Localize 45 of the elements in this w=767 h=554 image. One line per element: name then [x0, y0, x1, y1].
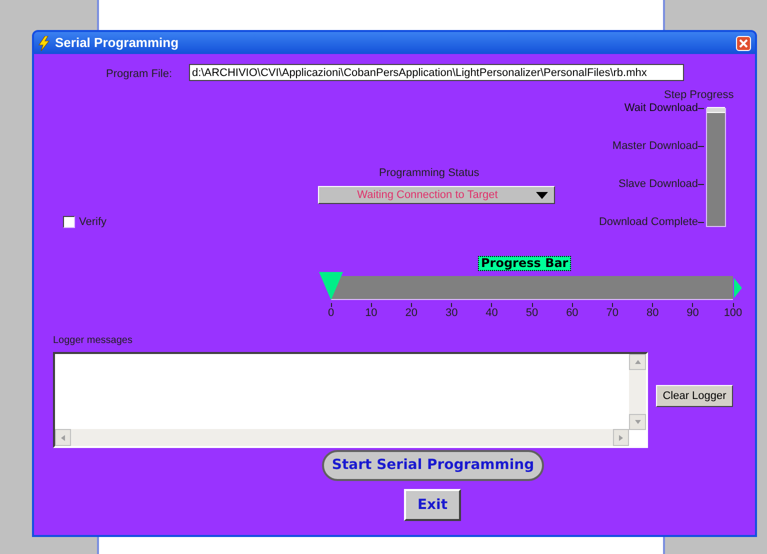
tick-label: 0 [328, 307, 334, 320]
tick-label: 30 [445, 307, 458, 320]
tick-label: 60 [566, 307, 578, 320]
tick-label: 50 [526, 307, 538, 320]
vertical-scrollbar[interactable] [629, 354, 646, 430]
tick-label: 90 [686, 307, 699, 320]
left-arrow-icon [61, 434, 65, 440]
scroll-down-button[interactable] [629, 414, 646, 430]
scroll-up-button[interactable] [629, 354, 646, 370]
scroll-right-button[interactable] [613, 429, 629, 446]
step-slider-thumb[interactable] [707, 107, 725, 113]
tick-label: 80 [646, 307, 659, 320]
step-label: Slave Download [618, 177, 698, 192]
step-label: Master Download [612, 139, 698, 154]
dropdown-arrow-icon [536, 192, 548, 198]
down-arrow-icon [634, 420, 640, 424]
verify-checkbox[interactable] [63, 216, 75, 228]
window-title: Serial Programming [55, 34, 179, 52]
close-button[interactable] [736, 36, 751, 50]
up-arrow-icon [634, 360, 640, 364]
step-label: Download Complete [598, 215, 698, 230]
close-icon [739, 38, 748, 48]
tick-label: 40 [486, 307, 498, 320]
programming-status-label: Programming Status [379, 166, 480, 181]
verify-label: Verify [79, 215, 107, 230]
tick-label: 70 [606, 307, 619, 320]
start-programming-button[interactable]: Start Serial Programming [322, 450, 544, 481]
lightning-icon [38, 36, 50, 50]
tick-label: 100 [724, 307, 742, 320]
program-file-label: Program File: [106, 67, 172, 82]
logger-textbox[interactable] [53, 352, 648, 448]
tick-label: 10 [365, 307, 378, 320]
exit-button[interactable]: Exit [404, 489, 461, 521]
right-arrow-icon [619, 434, 623, 440]
progress-bar-label: Progress Bar [478, 256, 572, 271]
progress-pointer[interactable] [319, 272, 343, 300]
step-progress-title: Step Progress [664, 88, 734, 103]
program-file-field[interactable]: d:\ARCHIVIO\CVI\Applicazioni\CobanPersApplication\LightPersonalizer\PersonalFiles\rb.mhx [189, 64, 684, 81]
tick-label: 20 [405, 307, 418, 320]
horizontal-scrollbar[interactable] [55, 429, 629, 446]
clear-logger-button[interactable]: Clear Logger [656, 385, 733, 407]
step-label: Wait Download [624, 101, 698, 116]
scroll-left-button[interactable] [55, 429, 71, 446]
logger-label: Logger messages [53, 334, 132, 348]
end-arrow-icon [734, 278, 742, 298]
